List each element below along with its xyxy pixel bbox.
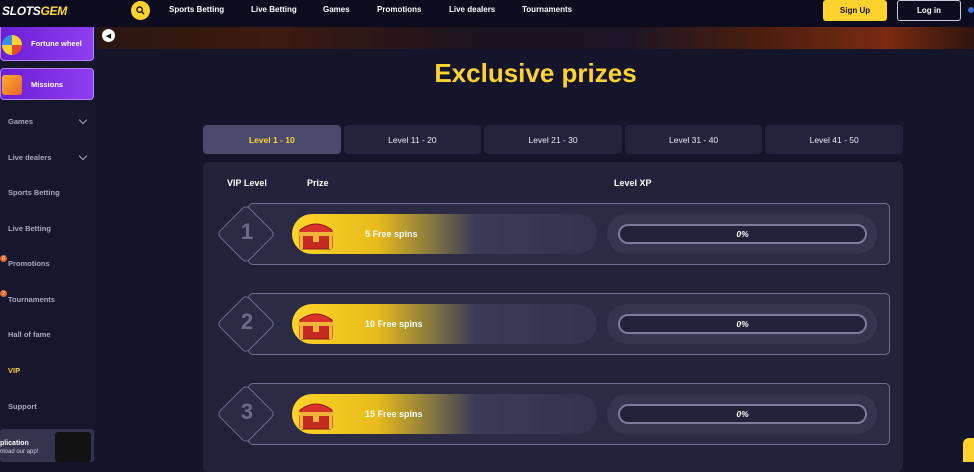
- xp-progress-bar: 0%: [618, 224, 867, 244]
- sidebar-item-promotions[interactable]: Promotions: [8, 259, 50, 268]
- column-header-level-xp: Level XP: [614, 178, 652, 188]
- wheel-icon: [2, 35, 22, 55]
- login-button[interactable]: Log in: [897, 0, 961, 21]
- sidebar-item-vip[interactable]: VIP: [8, 366, 20, 375]
- level-tabs: Level 1 - 10 Level 11 - 20 Level 21 - 30…: [203, 125, 903, 154]
- treasure-chest-icon: [298, 223, 334, 250]
- sidebar-item-games[interactable]: Games: [8, 117, 33, 126]
- promo-missions-label: Missions: [31, 80, 64, 89]
- missions-icon: [2, 75, 22, 95]
- promo-fortune-wheel-label: Fortune wheel: [31, 39, 82, 48]
- sidebar-item-sports-betting[interactable]: Sports Betting: [8, 188, 60, 197]
- collapse-arrow-icon: ◀: [105, 32, 112, 40]
- chevron-down-icon[interactable]: [78, 151, 88, 161]
- nav-live-dealers[interactable]: Live dealers: [449, 5, 495, 14]
- logo-text-slots: SLOTS: [2, 4, 41, 18]
- promo-missions[interactable]: Missions: [0, 68, 94, 100]
- nav-sports-betting[interactable]: Sports Betting: [169, 5, 224, 14]
- prize-label: 10 Free spins: [365, 319, 423, 329]
- app-card-subtitle: nload our app!: [0, 449, 39, 455]
- tournaments-badge: 2: [0, 290, 7, 297]
- sidebar-item-hall-of-fame[interactable]: Hall of fame: [8, 330, 51, 339]
- sidebar-item-tournaments[interactable]: Tournaments: [8, 295, 55, 304]
- hero-banner: [97, 27, 974, 49]
- column-header-prize: Prize: [307, 178, 329, 188]
- signup-button[interactable]: Sign Up: [823, 0, 887, 21]
- sidebar: Fortune wheel Missions Games Live dealer…: [0, 27, 97, 462]
- page-title: Exclusive prizes: [434, 58, 637, 88]
- help-widget-button[interactable]: [963, 438, 974, 462]
- search-icon: [136, 6, 145, 15]
- level-number: 3: [240, 399, 254, 424]
- xp-progress-bar: 0%: [618, 404, 867, 424]
- treasure-chest-icon: [298, 403, 334, 430]
- tab-level-41-50[interactable]: Level 41 - 50: [765, 125, 903, 154]
- tab-level-21-30[interactable]: Level 21 - 30: [484, 125, 622, 154]
- logo[interactable]: SLOTSGEM: [2, 4, 67, 18]
- nav-games[interactable]: Games: [323, 5, 350, 14]
- tab-level-1-10[interactable]: Level 1 - 10: [203, 125, 341, 154]
- prize-label: 5 Free spins: [365, 229, 418, 239]
- search-button[interactable]: [131, 1, 150, 20]
- column-header-vip-level: VIP Level: [227, 178, 267, 188]
- nav-tournaments[interactable]: Tournaments: [522, 5, 572, 14]
- tab-level-31-40[interactable]: Level 31 - 40: [624, 125, 763, 154]
- promotions-badge: 6: [0, 255, 7, 262]
- collapse-sidebar-button[interactable]: ◀: [102, 29, 115, 42]
- language-flag-icon[interactable]: [968, 7, 974, 13]
- level-number: 1: [240, 219, 254, 244]
- sidebar-item-live-dealers[interactable]: Live dealers: [8, 153, 51, 162]
- level-number: 2: [240, 309, 254, 334]
- prize-label: 15 Free spins: [365, 409, 423, 419]
- nav-promotions[interactable]: Promotions: [377, 5, 421, 14]
- app-download-card[interactable]: plication nload our app!: [0, 429, 94, 462]
- treasure-chest-icon: [298, 313, 334, 340]
- tab-level-11-20[interactable]: Level 11 - 20: [343, 125, 482, 154]
- promo-fortune-wheel[interactable]: Fortune wheel: [0, 27, 94, 61]
- logo-text-gem: GEM: [40, 4, 68, 18]
- sidebar-item-support[interactable]: Support: [8, 402, 37, 411]
- nav-live-betting[interactable]: Live Betting: [251, 5, 297, 14]
- chevron-down-icon[interactable]: [78, 115, 88, 125]
- xp-progress-bar: 0%: [618, 314, 867, 334]
- sidebar-item-live-betting[interactable]: Live Betting: [8, 224, 51, 233]
- top-bar: SLOTSGEM Sports Betting Live Betting Gam…: [0, 0, 974, 27]
- phone-image: [55, 432, 91, 462]
- app-card-title: plication: [0, 440, 29, 447]
